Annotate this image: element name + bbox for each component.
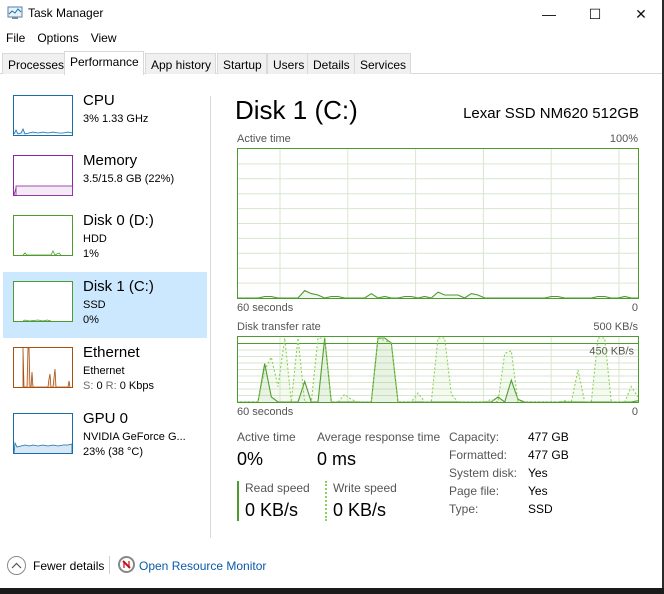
read-speed-legend-bar (237, 481, 239, 521)
minimize-button[interactable]: — (526, 0, 572, 28)
chevron-up-icon (11, 562, 22, 569)
formatted-label: Formatted: (449, 448, 508, 462)
memory-thumbnail-graph (13, 155, 73, 196)
tab-bar: Processes Performance App history Startu… (0, 51, 662, 75)
disk-1-thumbnail-graph (13, 281, 73, 322)
tab-processes[interactable]: Processes (2, 53, 70, 74)
active-time-chart-max: 100% (609, 133, 638, 145)
tab-startup[interactable]: Startup (217, 53, 267, 74)
cpu-thumbnail-graph (13, 95, 73, 136)
transfer-rate-chart: 450 KB/s (237, 336, 639, 403)
send-value: 0 (96, 380, 103, 392)
sidebar-item-gpu-0[interactable]: GPU 0 NVIDIA GeForce G... 23% (38 °C) (3, 404, 207, 470)
task-manager-app-icon (7, 6, 23, 19)
taskbar-edge (0, 588, 664, 594)
sidebar-item-adapter: Ethernet (83, 365, 125, 377)
avg-response-label: Average response time (317, 430, 441, 444)
disk-0-thumbnail-graph (13, 215, 73, 256)
sidebar-item-label: Ethernet (83, 344, 140, 361)
write-speed-value: 0 KB/s (333, 500, 387, 520)
sidebar-item-usage: 0% (83, 314, 99, 326)
sidebar-item-label: Disk 0 (D:) (83, 212, 154, 229)
formatted-value: 477 GB (528, 448, 569, 462)
receive-value: 0 Kbps (119, 380, 154, 392)
page-title: Disk 1 (C:) (235, 95, 358, 125)
read-speed-label: Read speed (245, 481, 310, 495)
sidebar-item-disk-1[interactable]: Disk 1 (C:) SSD 0% (3, 272, 207, 338)
type-label: Type: (449, 502, 479, 516)
disk-model: Lexar SSD NM620 512GB (463, 105, 639, 122)
sidebar-item-label: CPU (83, 92, 115, 109)
minimize-icon: — (542, 6, 556, 22)
tab-app-history[interactable]: App history (145, 53, 217, 74)
close-button[interactable]: ✕ (618, 0, 664, 28)
capacity-label: Capacity: (449, 430, 500, 444)
sidebar-item-throughput: S: 0 R: 0 Kbps (83, 380, 154, 392)
open-resource-monitor-link[interactable]: Open Resource Monitor (139, 559, 266, 573)
active-time-value: 0% (237, 449, 264, 469)
write-speed-legend-bar (325, 481, 327, 521)
maximize-button[interactable]: ☐ (572, 0, 618, 28)
sidebar-item-label: Memory (83, 152, 138, 169)
title-bar: Task Manager — ☐ ✕ (0, 0, 664, 28)
sidebar-item-type: SSD (83, 299, 106, 311)
menu-bar: File Options View (0, 29, 123, 49)
write-speed-label: Write speed (333, 481, 397, 495)
tab-details[interactable]: Details (307, 53, 355, 74)
fewer-details-link[interactable]: Fewer details (33, 559, 104, 573)
footer-divider (109, 556, 110, 574)
sidebar-item-type: HDD (83, 233, 107, 245)
resource-monitor-icon (118, 556, 135, 573)
transfer-rate-chart-x-left: 60 seconds (237, 406, 294, 418)
active-time-chart-x-left: 60 seconds (237, 302, 294, 314)
sidebar-item-disk-0[interactable]: Disk 0 (D:) HDD 1% (3, 206, 207, 272)
tab-performance[interactable]: Performance (64, 51, 144, 75)
active-time-label: Active time (237, 430, 296, 444)
active-time-chart-x-right: 0 (631, 302, 638, 314)
ethernet-thumbnail-graph (13, 347, 73, 388)
sidebar-item-model: NVIDIA GeForce G... (83, 431, 186, 443)
sidebar-item-detail: 3.5/15.8 GB (22%) (83, 173, 175, 185)
close-icon: ✕ (635, 5, 647, 22)
sidebar-item-memory[interactable]: Memory 3.5/15.8 GB (22%) (3, 146, 207, 212)
menu-view[interactable]: View (85, 29, 123, 49)
sidebar-item-detail: 3% 1.33 GHz (83, 113, 149, 125)
sidebar-item-usage: 23% (38 °C) (83, 446, 144, 458)
tab-services[interactable]: Services (354, 53, 412, 74)
maximize-icon: ☐ (588, 5, 602, 22)
transfer-rate-chart-max: 500 KB/s (593, 321, 638, 333)
type-value: SSD (528, 502, 553, 516)
tab-users[interactable]: Users (267, 53, 310, 74)
menu-options[interactable]: Options (31, 29, 84, 49)
send-label: S: (83, 380, 94, 392)
page-file-value: Yes (528, 484, 548, 498)
sidebar-item-label: GPU 0 (83, 410, 129, 427)
sidebar-divider (210, 96, 211, 538)
chart-grid (238, 149, 638, 298)
menu-file[interactable]: File (0, 29, 31, 49)
window-title: Task Manager (28, 6, 104, 20)
gpu-thumbnail-graph (13, 413, 73, 454)
sidebar-item-ethernet[interactable]: Ethernet Ethernet S: 0 R: 0 Kbps (3, 338, 207, 404)
system-disk-value: Yes (528, 466, 548, 480)
sidebar-item-cpu[interactable]: CPU 3% 1.33 GHz (3, 86, 207, 152)
reference-line-label: 450 KB/s (589, 346, 634, 358)
page-file-label: Page file: (449, 484, 500, 498)
transfer-rate-chart-x-right: 0 (631, 406, 638, 418)
avg-response-value: 0 ms (317, 449, 357, 469)
system-disk-label: System disk: (449, 466, 518, 480)
receive-label: R: (105, 380, 117, 392)
active-time-chart-label: Active time (237, 133, 291, 145)
sidebar-item-usage: 1% (83, 248, 99, 260)
active-time-chart (237, 148, 639, 299)
capacity-value: 477 GB (528, 430, 569, 444)
sidebar-item-label: Disk 1 (C:) (83, 278, 154, 295)
fewer-details-button[interactable] (7, 556, 26, 575)
read-speed-value: 0 KB/s (245, 500, 299, 520)
transfer-rate-chart-label: Disk transfer rate (237, 321, 321, 333)
